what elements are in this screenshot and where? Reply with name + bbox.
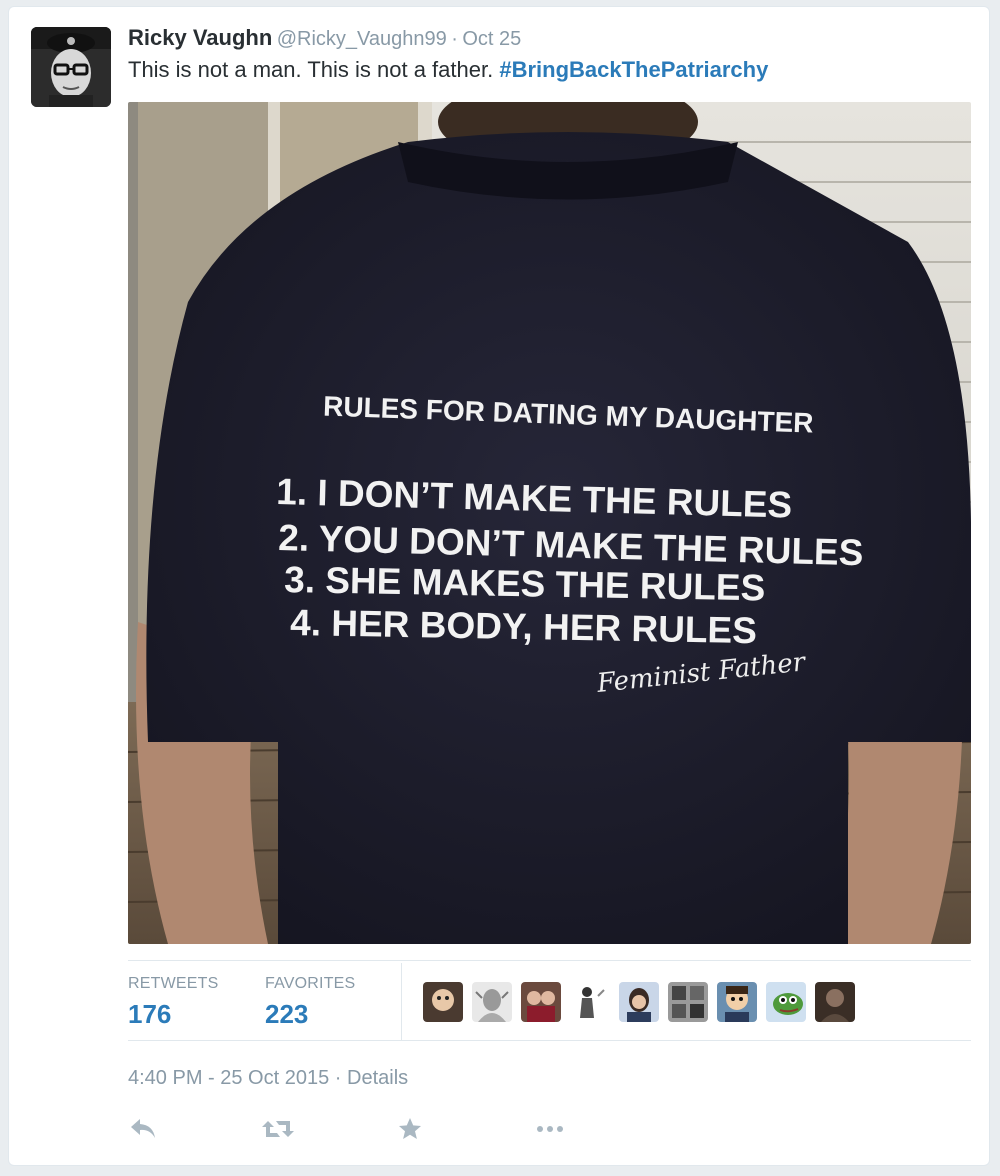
reply-icon <box>131 1119 155 1138</box>
timestamp-separator: · <box>334 1067 342 1089</box>
favoriter-avatar[interactable] <box>423 982 463 1022</box>
favoriter-avatar[interactable] <box>472 982 512 1022</box>
tweet-header: Ricky Vaughn @Ricky_Vaughn99 · Oct 25 <box>128 25 521 51</box>
tweet-photo[interactable]: RULES FOR DATING MY DAUGHTER 1. I DON’T … <box>128 102 971 944</box>
favoriter-avatar[interactable] <box>717 982 757 1022</box>
favoriter-avatar[interactable] <box>815 982 855 1022</box>
favorite-button[interactable] <box>396 1115 436 1147</box>
stats-bottom-divider <box>128 1040 971 1041</box>
favoriter-avatar[interactable] <box>570 982 610 1022</box>
favoriter-avatar[interactable] <box>619 982 659 1022</box>
favoriter-avatar[interactable] <box>766 982 806 1022</box>
favorites-count: 223 <box>265 999 309 1029</box>
tweet-timestamp: 4:40 PM - 25 Oct 2015 · Details <box>128 1067 408 1090</box>
reply-button[interactable] <box>128 1115 168 1147</box>
star-icon <box>399 1118 421 1139</box>
more-icon <box>537 1126 563 1132</box>
favorites-label: FAVORITES <box>265 975 356 992</box>
tweet-text: This is not a man. This is not a father.… <box>128 57 768 83</box>
author-handle[interactable]: @Ricky_Vaughn99 <box>277 28 447 50</box>
favoriter-avatar[interactable] <box>668 982 708 1022</box>
tweet-card: Ricky Vaughn @Ricky_Vaughn99 · Oct 25 Th… <box>8 6 990 1166</box>
favorites-stat[interactable]: FAVORITES 223 <box>265 975 355 1030</box>
header-separator: · <box>451 28 458 50</box>
hashtag-link[interactable]: #BringBackThePatriarchy <box>499 57 768 82</box>
retweets-label: RETWEETS <box>128 975 219 992</box>
retweet-button[interactable] <box>260 1115 300 1147</box>
favoriter-avatar[interactable] <box>521 982 561 1022</box>
author-name[interactable]: Ricky Vaughn <box>128 25 272 50</box>
shirt-rule-4: 4. HER BODY, HER RULES <box>290 602 757 651</box>
tweet-date[interactable]: Oct 25 <box>462 28 521 50</box>
more-button[interactable] <box>532 1115 572 1147</box>
retweet-icon <box>262 1121 294 1137</box>
stats-separator <box>401 963 402 1041</box>
stats-top-divider <box>128 960 971 961</box>
retweets-stat[interactable]: RETWEETS 176 <box>128 975 219 1030</box>
avatar[interactable] <box>31 27 111 107</box>
shirt-rule-3: 3. SHE MAKES THE RULES <box>284 559 766 608</box>
timestamp-text[interactable]: 4:40 PM - 25 Oct 2015 <box>128 1067 329 1089</box>
retweets-count: 176 <box>128 999 172 1029</box>
tweet-body: This is not a man. This is not a father. <box>128 57 500 82</box>
details-link[interactable]: Details <box>347 1067 408 1089</box>
